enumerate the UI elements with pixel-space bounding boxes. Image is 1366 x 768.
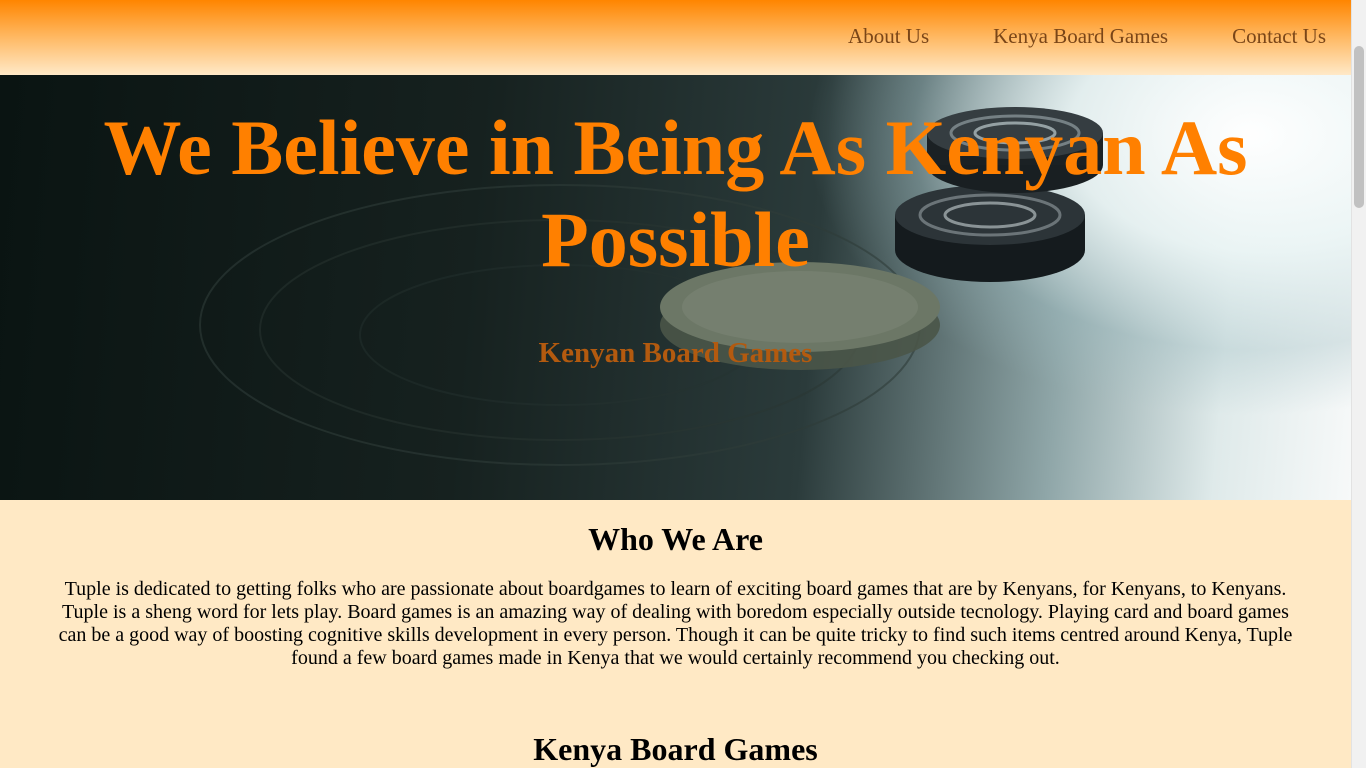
about-paragraph: Tuple is dedicated to getting folks who …	[58, 578, 1293, 669]
nav-link-kenya-board-games[interactable]: Kenya Board Games	[993, 24, 1168, 49]
page: About Us Kenya Board Games Contact Us We…	[0, 0, 1351, 768]
nav-link-contact-us[interactable]: Contact Us	[1232, 24, 1326, 49]
hero-subtitle: Kenyan Board Games	[538, 337, 813, 369]
hero-banner: We Believe in Being As Kenyan As Possibl…	[0, 75, 1351, 500]
nav-link-about-us[interactable]: About Us	[848, 24, 929, 49]
hero-title: We Believe in Being As Kenyan As Possibl…	[103, 104, 1248, 283]
kenya-board-games-heading: Kenya Board Games	[533, 731, 818, 767]
nav-menu: About Us Kenya Board Games Contact Us	[848, 24, 1326, 49]
vertical-scrollbar[interactable]	[1351, 0, 1366, 768]
top-navbar: About Us Kenya Board Games Contact Us	[0, 0, 1351, 75]
scrollbar-thumb[interactable]	[1354, 46, 1364, 208]
who-we-are-heading: Who We Are	[588, 521, 763, 557]
